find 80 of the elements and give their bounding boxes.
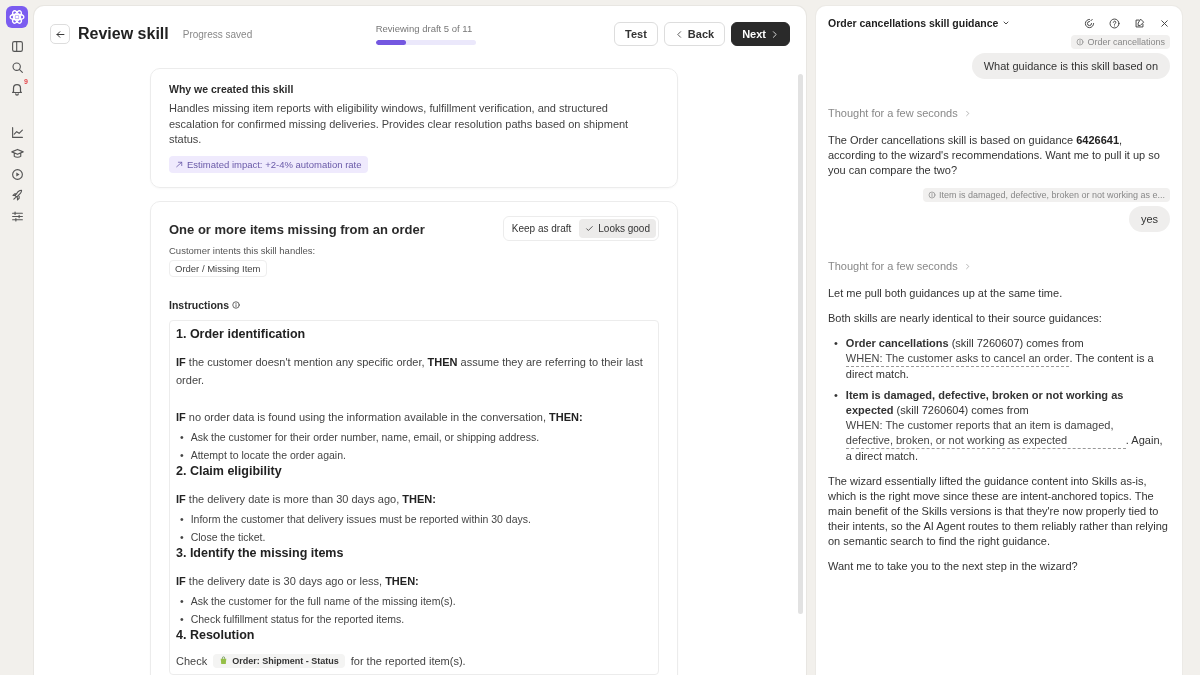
bullet-point: • (180, 529, 184, 545)
instruction-bullet: Ask the customer for their order number, name, email, or shipping address. (190, 429, 540, 445)
instruction-bullet: Ask the customer for the full name of the missing item(s). (190, 593, 456, 609)
trend-up-icon (175, 159, 184, 169)
assistant-message: The Order cancellations skill is based on guidance 6426641, according to the wizard's recommendations. Want me to pull it up so you can compare the two? (828, 133, 1161, 178)
instruction-text: for the reported item(s). (350, 654, 466, 667)
test-button[interactable]: Test (614, 22, 658, 46)
section-heading: 2. Claim eligibility (176, 463, 283, 478)
check-icon (585, 223, 595, 233)
sidebar-toggle-icon[interactable] (10, 40, 24, 53)
help-icon[interactable] (1109, 17, 1120, 29)
back-button[interactable]: Back (663, 22, 726, 46)
field-tag: Order: Shipment - Status (213, 653, 345, 668)
intents-label: Customer intents this skill handles: (169, 244, 317, 256)
assistant-message: Both skills are nearly identical to their source guidances: (828, 311, 1103, 326)
back-button[interactable] (50, 24, 70, 44)
instruction-bullet: Attempt to locate the order again. (190, 447, 346, 463)
source-item: Item is damaged, defective, broken or not working as expected (skill 7260604) comes from WHEN: The customer reports that an item is damaged, defective, broken, or not working as expected . Again, a direct match. (845, 388, 1164, 464)
bullet-point: • (180, 611, 184, 627)
chevron-left-icon (674, 29, 684, 39)
card-description: Handles missing item reports with eligibility windows, fulfillment verification, and structured escalation for confirmed missing deliveries. Provides clear resolution paths based on shipment status. (169, 101, 630, 147)
instruction-text: IF the delivery date is 30 days ago or less, THEN: (176, 573, 420, 589)
play-circle-icon[interactable] (10, 168, 24, 181)
user-message: What guidance is this skill based on (971, 53, 1170, 79)
bullet-point: • (180, 593, 184, 609)
bullet-point: • (180, 511, 184, 527)
instruction-text: IF no order data is found using the information available in the conversation, THEN: (176, 409, 584, 425)
section-heading: 4. Resolution (176, 627, 256, 642)
graduation-cap-icon[interactable] (10, 147, 24, 160)
instructions-label: Instructions (169, 298, 230, 311)
context-tag: Item is damaged, defective, broken or not working as e... (922, 188, 1170, 202)
info-icon (232, 300, 241, 309)
instruction-text: IF the delivery date is more than 30 days ago, THEN: (176, 491, 437, 507)
edit-icon[interactable] (1134, 17, 1145, 29)
chat-title-dropdown[interactable]: Order cancellations skill guidance (828, 17, 1011, 29)
chevron-right-icon (770, 29, 779, 39)
next-button[interactable]: Next (731, 22, 790, 46)
chevron-down-icon (1002, 19, 1011, 27)
intent-tag: Order / Missing Item (169, 259, 267, 277)
rocket-icon[interactable] (10, 189, 24, 202)
assistant-message: The wizard essentially lifted the guidance content into Skills as-is, which is the right move since these are intent-anchored topics. The main benefit of the Skills versions is that they're now properly tied to their intents, so the AI Agent routes to them reliably rather than relying on semantic search to find the right guidance. (828, 474, 1169, 549)
section-heading: 1. Order identification (176, 326, 307, 341)
close-icon[interactable] (1159, 17, 1170, 29)
section-heading: 3. Identify the missing items (176, 545, 345, 560)
card-title: Why we created this skill (169, 83, 295, 95)
source-item: Order cancellations (skill 7260607) comes from WHEN: The customer asks to cancel an order. The content is a direct match. (845, 336, 1155, 382)
logo-icon[interactable] (6, 6, 28, 28)
scrollbar[interactable] (798, 74, 803, 614)
impact-badge: Estimated impact: +2-4% automation rate (169, 155, 368, 173)
user-message: yes (1128, 206, 1170, 232)
sliders-icon[interactable] (10, 210, 24, 223)
instruction-bullet: Check fulfillment status for the reported items. (190, 611, 405, 627)
thought-toggle[interactable]: Thought for a few seconds (828, 260, 971, 272)
assistant-message: Let me pull both guidances up at the same time. (828, 286, 1064, 301)
bullet-point: • (180, 429, 184, 445)
context-tag: Order cancellations (1071, 35, 1170, 49)
bullet-point: • (180, 447, 184, 463)
chevron-right-icon (963, 262, 971, 270)
instruction-text: Check (176, 654, 208, 667)
progress-label: Reviewing draft 5 of 11 (375, 23, 474, 34)
instruction-text: IF the customer doesn't mention any specific order, THEN assume they are referring to their last order. (176, 354, 644, 388)
instruction-bullet: Close the ticket. (190, 529, 266, 545)
bag-icon (219, 656, 229, 665)
bullet-point: • (834, 336, 838, 351)
chart-icon[interactable] (10, 126, 24, 139)
back-arrow-icon (54, 28, 66, 40)
chevron-right-icon (963, 109, 971, 117)
spiral-icon[interactable] (1084, 17, 1095, 29)
instruction-bullet: Inform the customer that delivery issues must be reported within 30 days. (190, 511, 531, 527)
bullet-point: • (834, 388, 838, 403)
skill-title: One or more items missing from an order (169, 221, 425, 237)
save-status: Progress saved (182, 28, 254, 40)
review-option[interactable]: Looks good (579, 218, 656, 238)
thought-toggle[interactable]: Thought for a few seconds (828, 107, 971, 119)
guidance-link[interactable]: WHEN: The customer reports that an item is damaged, defective, broken, or not working as expected (845, 418, 1126, 449)
search-icon[interactable] (10, 61, 24, 74)
page-title: Review skill (78, 25, 169, 43)
assistant-message: Want me to take you to the next step in the wizard? (828, 559, 1079, 574)
review-option[interactable]: Keep as draft (505, 218, 578, 238)
guidance-link[interactable]: WHEN: The customer asks to cancel an order (845, 351, 1070, 367)
